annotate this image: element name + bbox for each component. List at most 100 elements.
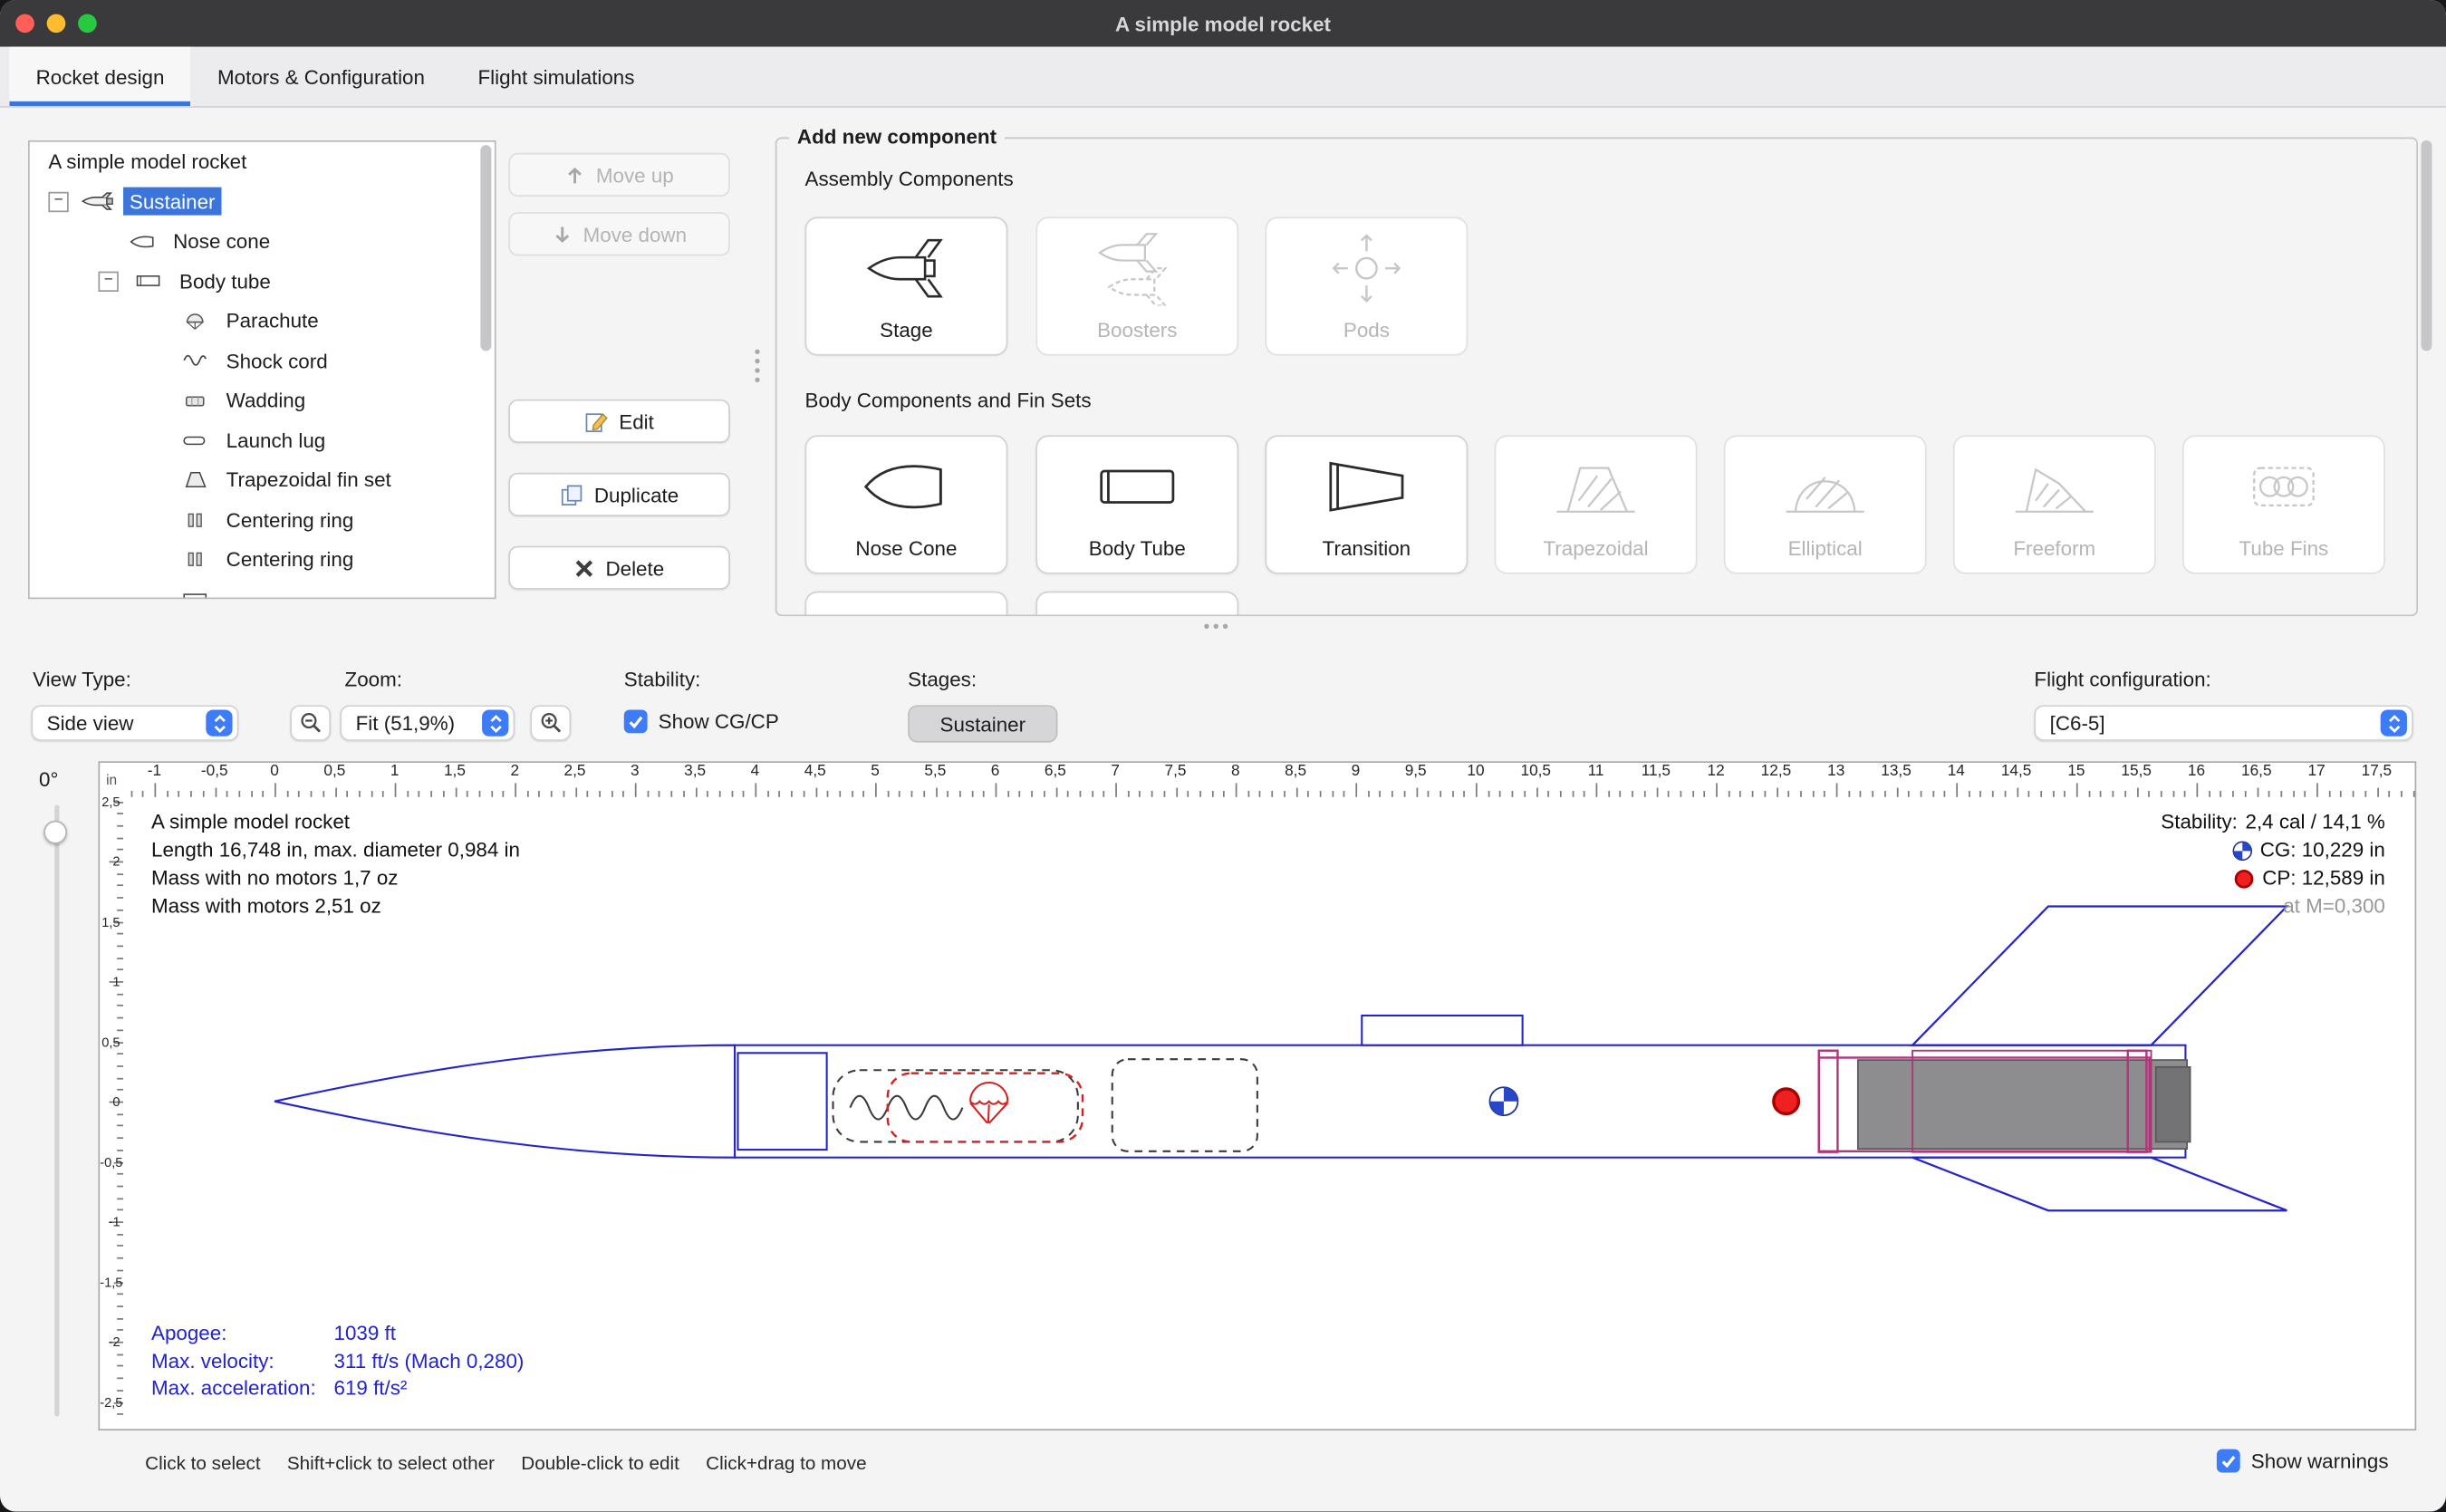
tree-item-label: Centering ring xyxy=(220,506,360,534)
add-component-button-partial[interactable] xyxy=(805,592,1008,615)
titlebar: A simple model rocket xyxy=(0,0,2446,47)
tree-root-label: A simple model rocket xyxy=(42,148,253,176)
rotation-angle-value: 0° xyxy=(39,767,58,791)
hint-click-select: Click to select xyxy=(145,1452,260,1474)
tree-item-body-tube[interactable]: − Body tube xyxy=(30,261,495,301)
tree-item-nose-cone[interactable]: Nose cone xyxy=(30,222,495,262)
edit-label: Edit xyxy=(619,409,654,433)
centering-ring-icon xyxy=(177,551,214,568)
boosters-icon xyxy=(1091,231,1184,306)
tab-flight-simulations[interactable]: Flight simulations xyxy=(451,47,660,106)
max-velocity-label: Max. velocity: xyxy=(151,1347,333,1374)
tree-item-partial[interactable] xyxy=(30,580,495,600)
launch-lug-icon xyxy=(177,433,214,447)
max-acceleration-label: Max. acceleration: xyxy=(151,1374,333,1401)
flight-configuration-select[interactable]: [C6-5] xyxy=(2034,705,2412,741)
vertical-splitter-handle[interactable] xyxy=(755,350,758,382)
apogee-label: Apogee: xyxy=(151,1320,333,1347)
tree-item-sustainer[interactable]: − Sustainer xyxy=(30,182,495,222)
tree-item-centering-ring-1[interactable]: Centering ring xyxy=(30,500,495,540)
arrow-up-icon xyxy=(564,165,584,185)
openrocket-window: A simple model rocket Rocket design Moto… xyxy=(0,0,2446,1512)
add-freeform-fin-button[interactable]: Freeform xyxy=(1953,435,2156,573)
show-warnings-checkbox[interactable]: Show warnings xyxy=(2217,1449,2389,1473)
add-elliptical-fin-button[interactable]: Elliptical xyxy=(1724,435,1927,573)
rocket-name: A simple model rocket xyxy=(151,808,520,836)
cp-legend-icon xyxy=(2234,868,2254,888)
flight-configuration-label: Flight configuration: xyxy=(2034,668,2210,691)
duplicate-icon xyxy=(560,483,583,506)
zoom-out-button[interactable] xyxy=(290,705,331,741)
card-label: Tube Fins xyxy=(2239,536,2329,560)
add-boosters-button[interactable]: Boosters xyxy=(1035,217,1238,355)
stability-label: Stability: xyxy=(624,668,701,691)
add-body-tube-button[interactable]: Body Tube xyxy=(1035,435,1238,573)
cp-marker xyxy=(1774,1089,1799,1114)
add-transition-button[interactable]: Transition xyxy=(1265,435,1468,573)
hint-drag: Click+drag to move xyxy=(706,1452,866,1474)
zoom-in-button[interactable] xyxy=(530,705,571,741)
stage-toggle-label: Sustainer xyxy=(940,712,1026,736)
fin-top xyxy=(1912,906,2287,1045)
rocket-view-canvas[interactable]: in -1-0,500,511,522,533,544,555,566,577,… xyxy=(98,761,2416,1430)
edit-button[interactable]: Edit xyxy=(508,400,730,443)
rotation-slider-track[interactable] xyxy=(54,805,59,1417)
tree-item-launch-lug[interactable]: Launch lug xyxy=(30,420,495,460)
collapse-icon[interactable]: − xyxy=(48,191,68,211)
select-stepper-icon xyxy=(206,709,232,736)
tree-item-parachute[interactable]: Parachute xyxy=(30,301,495,341)
cp-value: CP: 12,589 in xyxy=(2262,864,2385,892)
rocket-stage-icon xyxy=(80,192,117,211)
delete-button[interactable]: Delete xyxy=(508,546,730,590)
magnifier-minus-icon xyxy=(299,711,323,735)
add-stage-button[interactable]: Stage xyxy=(805,217,1008,355)
add-component-button-partial[interactable] xyxy=(1035,592,1238,615)
show-cgcp-checkbox[interactable]: Show CG/CP xyxy=(624,709,779,733)
mach-note: at M=0,300 xyxy=(2161,892,2385,920)
zoom-value: Fit (51,9%) xyxy=(356,711,455,735)
zoom-select[interactable]: Fit (51,9%) xyxy=(340,705,515,741)
flight-configuration-value: [C6-5] xyxy=(2050,711,2105,735)
hint-shift-click: Shift+click to select other xyxy=(287,1452,495,1474)
add-tube-fins-button[interactable]: Tube Fins xyxy=(2182,435,2385,573)
tree-scrollbar[interactable] xyxy=(480,145,491,351)
delete-label: Delete xyxy=(605,556,664,580)
tree-item-wadding[interactable]: Wadding xyxy=(30,380,495,420)
rotation-slider-knob[interactable] xyxy=(43,821,67,844)
card-label: Boosters xyxy=(1097,318,1177,342)
move-up-button[interactable]: Move up xyxy=(508,153,730,197)
tree-root-item[interactable]: A simple model rocket xyxy=(30,142,495,182)
view-type-label: View Type: xyxy=(33,668,131,691)
cg-value: CG: 10,229 in xyxy=(2260,836,2385,864)
collapse-icon[interactable]: − xyxy=(98,271,118,291)
viewport: A simple model rocket Rocket design Moto… xyxy=(0,0,2446,1512)
window-title: A simple model rocket xyxy=(0,12,2446,35)
stages-label: Stages: xyxy=(908,668,977,691)
add-pods-button[interactable]: Pods xyxy=(1265,217,1468,355)
tree-item-label: Shock cord xyxy=(220,347,334,375)
view-type-select[interactable]: Side view xyxy=(31,705,238,741)
add-panel-scrollbar[interactable] xyxy=(2421,140,2433,613)
select-stepper-icon xyxy=(2381,709,2407,736)
tree-item-shock-cord[interactable]: Shock cord xyxy=(30,341,495,380)
duplicate-button[interactable]: Duplicate xyxy=(508,473,730,516)
tab-motors-configuration[interactable]: Motors & Configuration xyxy=(191,47,451,106)
move-down-button[interactable]: Move down xyxy=(508,212,730,255)
tree-item-centering-ring-2[interactable]: Centering ring xyxy=(30,540,495,580)
nose-cone-component-icon xyxy=(860,449,953,525)
assembly-components-label: Assembly Components xyxy=(805,167,1014,190)
stage-toggle-sustainer[interactable]: Sustainer xyxy=(908,705,1057,742)
motor xyxy=(1858,1060,2187,1149)
tree-item-label: Centering ring xyxy=(220,545,360,573)
tab-bar: Rocket design Motors & Configuration Fli… xyxy=(0,47,2446,108)
show-warnings-label: Show warnings xyxy=(2251,1449,2389,1473)
add-nose-cone-button[interactable]: Nose Cone xyxy=(805,435,1008,573)
add-trapezoidal-fin-button[interactable]: Trapezoidal xyxy=(1495,435,1698,573)
horizontal-splitter-handle[interactable] xyxy=(1204,624,1227,628)
card-label: Elliptical xyxy=(1788,536,1863,560)
delete-x-icon xyxy=(574,558,594,578)
tab-rocket-design[interactable]: Rocket design xyxy=(9,47,190,106)
stage-icon xyxy=(860,231,953,306)
hint-double-click: Double-click to edit xyxy=(521,1452,679,1474)
tree-item-trapezoidal-fin-set[interactable]: Trapezoidal fin set xyxy=(30,460,495,500)
